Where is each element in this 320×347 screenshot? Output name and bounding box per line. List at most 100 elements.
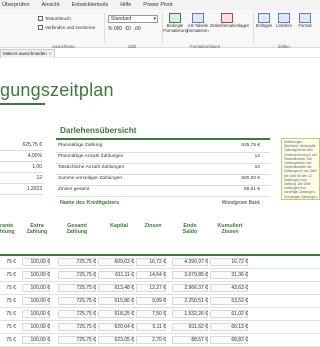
table-cell[interactable]: 811,62 € xyxy=(170,324,208,330)
table-cell[interactable]: 75 € xyxy=(0,259,16,265)
column-header[interactable]: rante hlung xyxy=(0,223,20,236)
payments-per-year-value[interactable]: 12 xyxy=(0,175,42,181)
summary-value[interactable]: 12 xyxy=(200,154,260,159)
summary-value[interactable]: 89,61 € xyxy=(200,187,260,192)
table-cell[interactable]: 5,11 € xyxy=(134,324,166,330)
start-date-value[interactable]: 1.2023 xyxy=(0,186,42,192)
insert-cells-button[interactable]: Einfügen xyxy=(254,13,274,29)
table-cell[interactable]: 609,03 € xyxy=(96,259,134,265)
macro-tab[interactable]: Makros ausschneiden × xyxy=(0,49,56,58)
table-cell[interactable]: 7,50 € xyxy=(134,311,166,317)
table-cell[interactable]: 618,25 € xyxy=(96,311,134,317)
table-cell[interactable]: 1.532,26 € xyxy=(170,311,208,317)
table-cell[interactable]: 623,05 € xyxy=(96,337,134,343)
number-format-select[interactable]: Standard ▾ xyxy=(108,15,158,23)
menu-item-view[interactable]: Ansicht xyxy=(42,2,60,8)
table-cell[interactable]: 4.390,97 € xyxy=(170,259,208,265)
loan-years-value[interactable]: 1,00 xyxy=(0,164,42,170)
lender-name-value[interactable]: Woodgrove Bank xyxy=(200,200,260,206)
ribbon: Textumbruch Verbinden und zentrieren Aus… xyxy=(0,10,320,49)
table-cell[interactable]: 75 € xyxy=(0,324,16,330)
table-cell[interactable]: 611,11 € xyxy=(96,272,134,278)
interest-rate-value[interactable]: 4,00% xyxy=(0,153,42,159)
table-cell[interactable]: 75 € xyxy=(0,337,16,343)
table-cell[interactable]: 16,72 € xyxy=(134,259,166,265)
table-cell[interactable]: 725,75 € xyxy=(56,298,96,304)
menu-item-review[interactable]: Überprüfen xyxy=(2,2,30,8)
table-cell[interactable]: 100,00 € xyxy=(20,272,50,278)
section-underline xyxy=(56,138,270,140)
macro-tab-label: Makros ausschneiden xyxy=(3,51,47,56)
table-cell[interactable]: 68,83 € xyxy=(208,337,248,343)
column-header-text: Kapital xyxy=(110,223,128,229)
summary-value[interactable]: 500,00 € xyxy=(200,176,260,181)
table-cell[interactable]: 613,48 € xyxy=(96,285,134,291)
menu-item-power-pivot[interactable]: Power Pivot xyxy=(143,2,172,8)
merge-center-button[interactable]: Verbinden und zentrieren xyxy=(38,24,102,31)
conditional-format-button[interactable]: Bedingte Formatierung xyxy=(163,13,188,33)
table-format-button[interactable]: Als Tabelle formatieren xyxy=(186,13,210,33)
summary-value[interactable]: 10 xyxy=(200,165,260,170)
column-header-text: Zinsen xyxy=(144,223,162,229)
table-cell[interactable]: 3.679,85 € xyxy=(170,272,208,278)
column-header[interactable]: Ende Saldo xyxy=(172,223,208,236)
table-cell[interactable]: 16,72 € xyxy=(208,259,248,265)
table-cell[interactable]: 75 € xyxy=(0,298,16,304)
table-cell[interactable]: 88,57 € xyxy=(170,337,208,343)
column-header-text: Gesamt Zahlung xyxy=(66,223,88,236)
table-cell[interactable]: 725,75 € xyxy=(56,272,96,278)
table-cell[interactable]: 100,00 € xyxy=(20,337,50,343)
euro-button[interactable]: €0 xyxy=(125,26,131,32)
table-cell[interactable]: 100,00 € xyxy=(20,259,50,265)
table-cell[interactable]: 12,27 € xyxy=(134,285,166,291)
format-cells-button[interactable]: Format xyxy=(294,13,316,29)
menu-item-developer[interactable]: Entwicklertools xyxy=(72,2,109,8)
table-cell[interactable]: 725,75 € xyxy=(56,324,96,330)
table-cell[interactable]: 2.966,37 € xyxy=(170,285,208,291)
table-row: 75 €100,00 €725,75 €609,03 €16,72 €4.390… xyxy=(0,256,320,269)
table-cell[interactable]: 53,52 € xyxy=(208,298,248,304)
close-icon[interactable]: × xyxy=(49,50,52,58)
column-header[interactable]: Gesamt Zahlung xyxy=(58,223,96,236)
table-cell[interactable]: 66,13 € xyxy=(208,324,248,330)
wrap-text-button[interactable]: Textumbruch xyxy=(38,15,78,22)
column-header[interactable]: Extra Zahlung xyxy=(22,223,52,236)
table-cell[interactable]: 2,70 € xyxy=(134,337,166,343)
table-cell[interactable]: 725,75 € xyxy=(56,337,96,343)
menu-item-help[interactable]: Hilfe xyxy=(120,2,131,8)
cell-styles-icon xyxy=(221,13,233,23)
delete-cells-button[interactable]: Löschen xyxy=(274,13,294,29)
table-cell[interactable]: 100,00 € xyxy=(20,311,50,317)
column-header[interactable]: Kapital xyxy=(100,223,138,229)
table-cell[interactable]: 100,00 € xyxy=(20,285,50,291)
table-cell[interactable]: 75 € xyxy=(0,272,16,278)
summary-value[interactable]: 625,75 € xyxy=(200,143,260,148)
format-icon xyxy=(299,13,311,23)
table-cell[interactable]: 725,75 € xyxy=(56,259,96,265)
table-cell[interactable]: 100,00 € xyxy=(20,298,50,304)
table-cell[interactable]: 725,75 € xyxy=(56,285,96,291)
column-header[interactable]: Kumuliert Zinsen xyxy=(210,223,250,236)
decimal-button[interactable]: ,00 xyxy=(134,26,141,32)
table-cell[interactable]: 2.250,51 € xyxy=(170,298,208,304)
table-cell[interactable]: 75 € xyxy=(0,285,16,291)
table-cell[interactable]: 75 € xyxy=(0,311,16,317)
table-cell[interactable]: 43,63 € xyxy=(208,285,248,291)
loan-amount-value[interactable]: 625,75 € xyxy=(0,142,42,148)
number-buttons: % 000 €0 ,00 xyxy=(108,26,141,32)
percent-button[interactable]: % 000 xyxy=(108,26,122,32)
column-header-text: rante hlung xyxy=(0,223,15,236)
table-cell[interactable]: 9,89 € xyxy=(134,298,166,304)
conditional-format-icon xyxy=(169,13,181,23)
table-cell[interactable]: 61,02 € xyxy=(208,311,248,317)
table-cell[interactable]: 31,36 € xyxy=(208,272,248,278)
conditional-format-label: Bedingte Formatierung xyxy=(163,23,188,33)
cell-styles-button[interactable]: Zellenformatvorlagen xyxy=(210,13,249,29)
column-header[interactable]: Zinsen xyxy=(138,223,168,229)
table-cell[interactable]: 620,64 € xyxy=(96,324,134,330)
table-cell[interactable]: 725,75 € xyxy=(56,311,96,317)
ribbon-separator xyxy=(104,13,105,43)
table-cell[interactable]: 615,86 € xyxy=(96,298,134,304)
table-cell[interactable]: 100,00 € xyxy=(20,324,50,330)
table-cell[interactable]: 14,64 € xyxy=(134,272,166,278)
